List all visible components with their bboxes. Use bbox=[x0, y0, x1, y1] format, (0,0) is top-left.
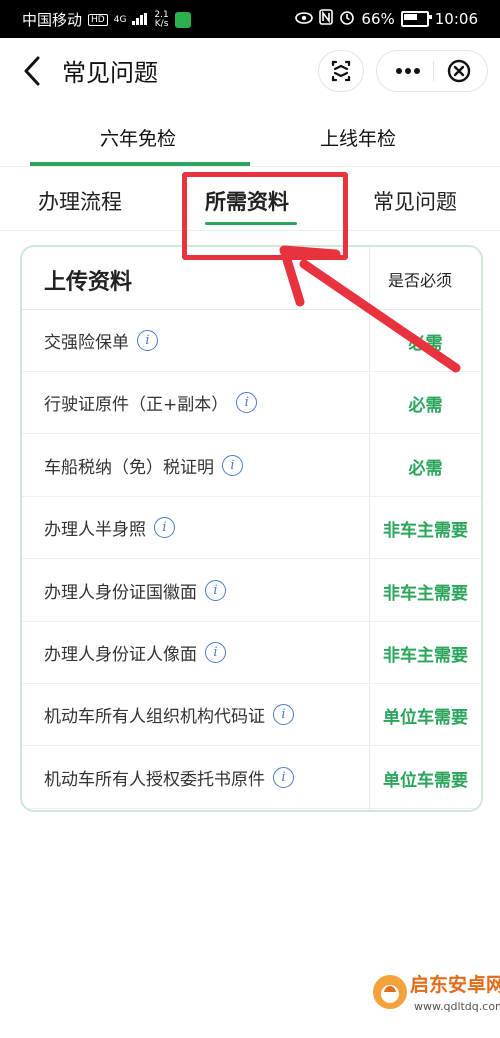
info-icon[interactable]: i bbox=[222, 454, 243, 476]
net-speed-unit: K/s bbox=[154, 18, 169, 29]
table-row: 办理人半身照 i 非车主需要 bbox=[22, 496, 481, 560]
info-icon[interactable]: i bbox=[137, 330, 158, 351]
tab-six-year-exempt[interactable]: 六年免检 bbox=[100, 124, 176, 151]
table-row: 机动车所有人组织机构代码证 i 单位车需要 bbox=[22, 683, 481, 747]
signal-icon bbox=[132, 11, 148, 29]
document-name: 办理人半身照 i bbox=[44, 515, 175, 540]
annotation-arrow bbox=[279, 245, 461, 373]
mini-program-capsule bbox=[376, 50, 488, 92]
more-dots-icon bbox=[396, 68, 420, 74]
info-icon[interactable]: i bbox=[236, 392, 258, 414]
document-name: 办理人身份证人像面 i bbox=[44, 640, 226, 665]
page-title: 常见问题 bbox=[62, 59, 158, 87]
document-name: 行驶证原件（正+副本） i bbox=[44, 390, 258, 416]
clock-time: 10:06 bbox=[434, 10, 478, 28]
table-row: 行驶证原件（正+副本） i 必需 bbox=[22, 371, 481, 435]
requirement-status: 必需 bbox=[408, 396, 443, 417]
document-name: 交强险保单 i bbox=[44, 328, 158, 353]
nfc-icon bbox=[319, 9, 334, 29]
document-name-text: 办理人身份证国徽面 bbox=[44, 582, 197, 603]
nav-bar: 常见问题 bbox=[0, 38, 500, 106]
requirement-status: 必需 bbox=[408, 458, 443, 479]
table-row: 车船税纳（免）税证明 i 必需 bbox=[22, 434, 481, 497]
tab-online-inspection[interactable]: 上线年检 bbox=[320, 124, 396, 151]
watermark-brand: 启东安卓网 bbox=[410, 974, 500, 996]
battery-icon bbox=[400, 11, 432, 27]
info-icon[interactable]: i bbox=[273, 704, 294, 726]
requirement-status: 非车主需要 bbox=[383, 646, 468, 666]
scan-icon bbox=[331, 60, 351, 82]
table-row: 办理人身份证国徽面 i 非车主需要 bbox=[22, 559, 481, 622]
close-button[interactable] bbox=[447, 59, 471, 83]
capsule-divider bbox=[433, 61, 434, 81]
info-icon[interactable]: i bbox=[205, 579, 226, 601]
net-speed: 2.1 K/s bbox=[154, 10, 169, 29]
document-name-text: 机动车所有人组织机构代码证 bbox=[44, 707, 265, 728]
document-name-text: 交强险保单 bbox=[44, 333, 129, 353]
requirement-status: 单位车需要 bbox=[383, 708, 468, 729]
tab-faq[interactable]: 常见问题 bbox=[373, 186, 457, 216]
document-name: 机动车所有人授权委托书原件 i bbox=[44, 765, 294, 790]
close-circle-icon bbox=[447, 59, 471, 83]
requirement-status: 单位车需要 bbox=[383, 770, 468, 791]
requirement-status: 非车主需要 bbox=[383, 583, 468, 604]
network-type: 4G bbox=[113, 14, 127, 25]
carrier-name: 中国移动 bbox=[22, 11, 83, 29]
more-button[interactable] bbox=[395, 61, 421, 86]
document-name-text: 办理人身份证人像面 bbox=[44, 645, 197, 665]
document-name-text: 机动车所有人授权委托书原件 bbox=[44, 769, 265, 790]
watermark-url: www.qdltdq.com bbox=[414, 1000, 500, 1013]
alarm-icon bbox=[339, 9, 355, 29]
info-icon[interactable]: i bbox=[154, 517, 175, 539]
battery-percent: 66% bbox=[361, 10, 395, 28]
eye-icon bbox=[295, 10, 314, 28]
scan-button[interactable] bbox=[318, 50, 364, 92]
document-name: 办理人身份证国徽面 i bbox=[44, 578, 226, 603]
requirement-status: 非车主需要 bbox=[383, 521, 468, 542]
hd-badge: HD bbox=[88, 13, 108, 26]
watermark-logo-icon bbox=[373, 975, 407, 1009]
document-name-text: 行驶证原件（正+副本） bbox=[44, 395, 229, 416]
watermark: 启东安卓网 www.qdltdq.com bbox=[370, 968, 500, 1028]
table-row: 机动车所有人授权委托书原件 i 单位车需要 bbox=[22, 746, 481, 809]
document-name: 车船税纳（免）税证明 i bbox=[44, 453, 243, 478]
table-row: 办理人身份证人像面 i 非车主需要 bbox=[22, 621, 481, 684]
app-notification-icon bbox=[174, 11, 191, 28]
info-icon[interactable]: i bbox=[273, 766, 294, 788]
tab-process[interactable]: 办理流程 bbox=[38, 186, 122, 216]
chevron-left-icon bbox=[24, 56, 40, 86]
document-name-text: 办理人半身照 bbox=[44, 520, 146, 541]
main-tab-bar: 六年免检 上线年检 bbox=[0, 106, 500, 167]
document-name: 机动车所有人组织机构代码证 i bbox=[44, 702, 294, 727]
back-button[interactable] bbox=[18, 54, 48, 88]
document-name-text: 车船税纳（免）税证明 bbox=[44, 457, 214, 478]
header-documents: 上传资料 bbox=[44, 270, 133, 295]
info-icon[interactable]: i bbox=[205, 642, 226, 663]
status-bar: 中国移动 HD 4G 2.1 K/s 66% 10:06 bbox=[0, 0, 500, 38]
